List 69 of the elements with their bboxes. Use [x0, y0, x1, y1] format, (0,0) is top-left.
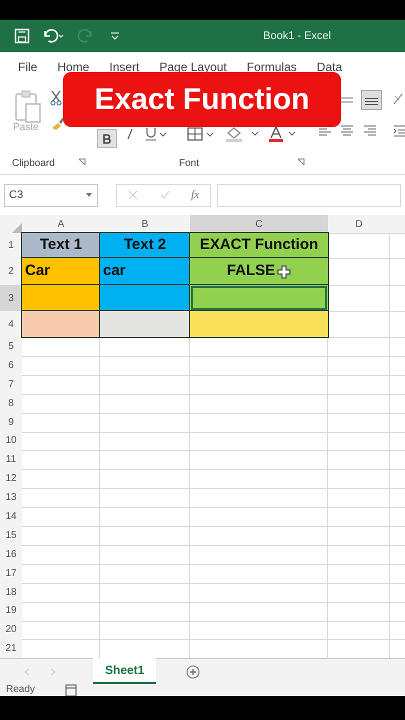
- row-header[interactable]: 7: [0, 374, 22, 394]
- font-color-icon[interactable]: [268, 126, 298, 142]
- row-header[interactable]: 18: [0, 582, 22, 602]
- row-header[interactable]: 15: [0, 526, 22, 545]
- table-cell[interactable]: Text 2: [100, 233, 190, 258]
- save-icon[interactable]: [14, 28, 30, 44]
- underline-icon[interactable]: [145, 127, 167, 141]
- table-cell[interactable]: [100, 285, 190, 311]
- row-header[interactable]: 21: [0, 639, 22, 658]
- row-header[interactable]: 13: [0, 488, 22, 508]
- table-cell[interactable]: Text 1: [22, 233, 100, 258]
- status-text: Ready: [6, 684, 35, 696]
- table-cell[interactable]: EXACT Function: [190, 233, 328, 258]
- row-header[interactable]: 16: [0, 544, 22, 564]
- column-header[interactable]: C: [190, 215, 328, 233]
- row-header[interactable]: 5: [0, 337, 22, 356]
- undo-icon[interactable]: [42, 28, 64, 44]
- orientation-icon[interactable]: [392, 92, 404, 106]
- fill-color-icon[interactable]: [225, 126, 259, 142]
- italic-icon[interactable]: [126, 128, 134, 140]
- row-header[interactable]: 9: [0, 412, 22, 432]
- column-header[interactable]: B: [100, 215, 190, 233]
- table-cell[interactable]: FALSE: [190, 258, 328, 285]
- table-cell[interactable]: [22, 311, 100, 337]
- table-cell[interactable]: car: [100, 258, 190, 285]
- align-bottom-icon: [365, 98, 378, 105]
- bold-button[interactable]: [97, 129, 117, 148]
- ribbon-tab[interactable]: File: [8, 58, 48, 76]
- row-header[interactable]: 17: [0, 564, 22, 583]
- title-banner: Exact Function: [63, 72, 341, 127]
- formula-input[interactable]: [217, 184, 401, 206]
- launcher-icon[interactable]: [78, 158, 86, 166]
- indent-icon[interactable]: [393, 124, 405, 138]
- page-view-icon[interactable]: [64, 684, 77, 696]
- row-header[interactable]: 8: [0, 394, 22, 413]
- insert-function-button[interactable]: fx: [191, 186, 200, 204]
- row-header[interactable]: 19: [0, 601, 22, 620]
- table-cell[interactable]: [190, 311, 328, 337]
- row-header[interactable]: 14: [0, 507, 22, 526]
- add-sheet-icon[interactable]: [186, 664, 200, 679]
- bold-icon: [103, 134, 111, 144]
- name-box[interactable]: C3: [4, 184, 98, 206]
- column-header[interactable]: A: [22, 215, 100, 233]
- row-header[interactable]: 20: [0, 620, 22, 640]
- align-bottom-button[interactable]: [361, 90, 382, 110]
- borders-icon[interactable]: [187, 127, 215, 141]
- cursor-icon: [277, 264, 292, 278]
- group-label: Clipboard: [12, 157, 55, 171]
- row-header[interactable]: 1: [0, 233, 22, 258]
- group-label: Font: [179, 157, 200, 171]
- table-cell[interactable]: Car: [22, 258, 100, 285]
- row-header[interactable]: 2: [0, 258, 22, 285]
- scissors-icon[interactable]: [50, 90, 62, 106]
- window-title: Book1 - Excel: [263, 28, 331, 44]
- row-header[interactable]: 3: [0, 285, 22, 311]
- table-cell[interactable]: [22, 285, 100, 311]
- align-center-icon[interactable]: [340, 124, 354, 138]
- row-header[interactable]: 10: [0, 431, 22, 450]
- table-cell[interactable]: [100, 311, 190, 337]
- row-header[interactable]: 6: [0, 356, 22, 375]
- row-header[interactable]: 4: [0, 311, 22, 337]
- column-header[interactable]: D: [328, 215, 390, 233]
- row-header[interactable]: 12: [0, 469, 22, 488]
- launcher-icon[interactable]: [297, 158, 305, 166]
- customize-icon[interactable]: [110, 30, 120, 42]
- table-cell[interactable]: [190, 285, 328, 311]
- row-header[interactable]: 11: [0, 450, 22, 470]
- sheet-tab[interactable]: Sheet1: [93, 658, 156, 684]
- align-right-icon[interactable]: [363, 124, 377, 138]
